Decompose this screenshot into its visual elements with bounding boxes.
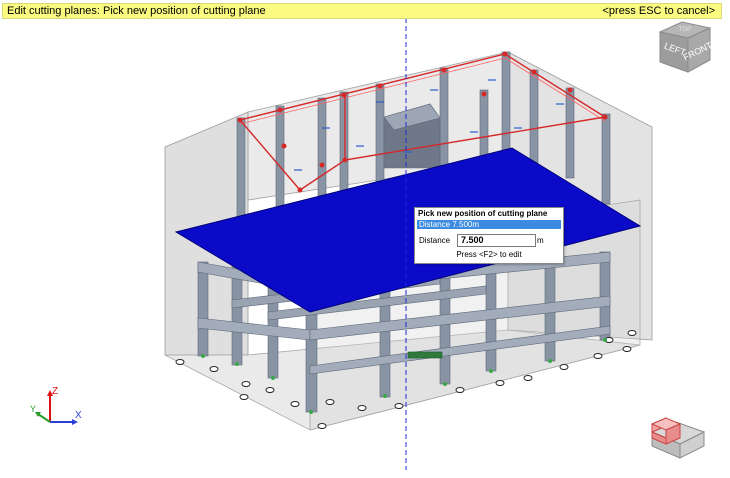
popup-title: Pick new position of cutting plane [418, 209, 548, 218]
distance-summary: Distance 7.500m [417, 220, 561, 229]
axis-z-label: Z [52, 386, 58, 397]
nav-cube-top-label[interactable]: TOP [679, 27, 691, 33]
distance-label: Distance [419, 236, 451, 245]
status-message: Edit cutting planes: Pick new position o… [7, 5, 266, 17]
command-status-bar: Edit cutting planes: Pick new position o… [2, 3, 722, 19]
building-3d-model[interactable] [0, 0, 730, 478]
distance-input[interactable]: 7.500 [457, 234, 536, 247]
distance-row: Distance 7.500 m [419, 234, 559, 247]
cancel-hint: <press ESC to cancel> [602, 5, 715, 17]
view-style-icon[interactable] [646, 408, 708, 460]
axis-x-label: X [75, 410, 82, 421]
cutting-plane-distance-popup: Pick new position of cutting plane Dista… [414, 207, 564, 264]
distance-unit: m [537, 236, 544, 245]
navigation-cube-icon[interactable]: TOP FRONT LEFT [652, 18, 718, 76]
model-viewport[interactable]: Edit cutting planes: Pick new position o… [0, 0, 730, 478]
edit-hint: Press <F2> to edit [456, 250, 522, 259]
axis-y-label: Y [30, 404, 36, 414]
axis-triad-icon: Z X Y [30, 386, 82, 425]
